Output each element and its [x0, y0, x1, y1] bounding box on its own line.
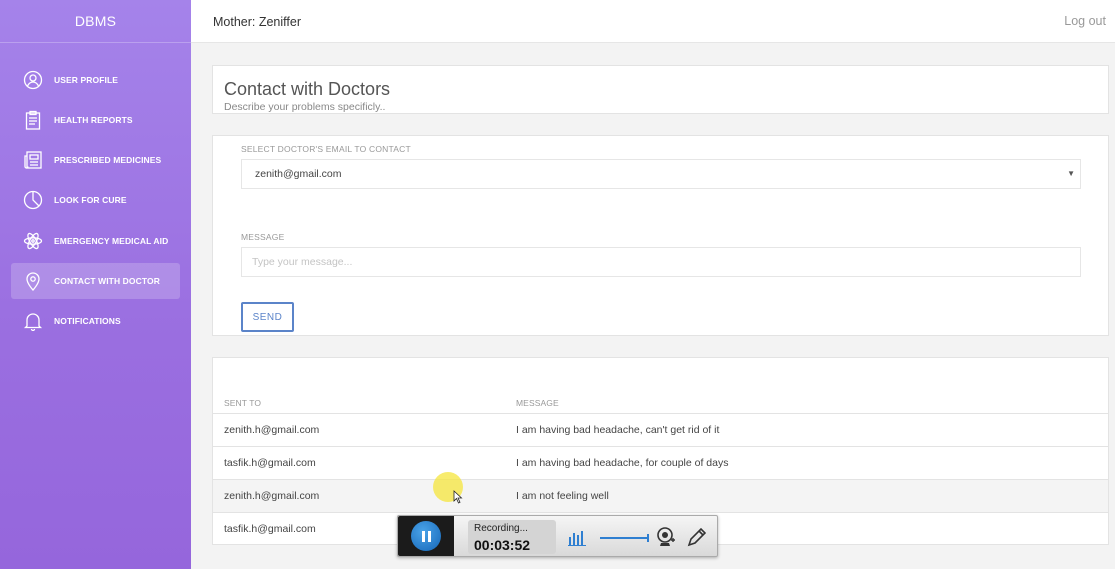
- message-label: MESSAGE: [241, 232, 285, 242]
- sidebar-item-label: HEALTH REPORTS: [54, 115, 133, 125]
- column-header-message: MESSAGE: [516, 398, 559, 408]
- clipboard-icon: [22, 109, 44, 131]
- contact-form-card: SELECT DOCTOR'S EMAIL TO CONTACT zenith@…: [212, 135, 1109, 336]
- sidebar-item-label: NOTIFICATIONS: [54, 316, 121, 326]
- sidebar: DBMS USER PROFILE HEALTH REPORTS PRESCRI…: [0, 0, 191, 569]
- brand-logo[interactable]: DBMS: [0, 0, 191, 43]
- top-bar: Mother: Zeniffer Log out: [191, 0, 1115, 43]
- sidebar-item-label: CONTACT WITH DOCTOR: [54, 276, 160, 286]
- sidebar-item-label: PRESCRIBED MEDICINES: [54, 155, 162, 165]
- doctor-email-select[interactable]: zenith@gmail.com ▼: [241, 159, 1081, 189]
- message-cell: I am having bad headache, can't get rid …: [516, 424, 720, 436]
- page-header-card: Contact with Doctors Describe your probl…: [212, 65, 1109, 114]
- page-title: Contact with Doctors: [224, 79, 391, 99]
- select-doctor-label: SELECT DOCTOR'S EMAIL TO CONTACT: [241, 144, 411, 154]
- mouse-cursor-icon: [453, 490, 463, 504]
- recording-timer: 00:03:52: [474, 537, 531, 553]
- pause-icon: [421, 530, 425, 542]
- table-row[interactable]: zenith.h@gmail.com I am having bad heada…: [213, 414, 1108, 447]
- table-header: SENT TO MESSAGE: [213, 394, 1108, 414]
- table-row[interactable]: zenith.h@gmail.com I am not feeling well: [213, 480, 1108, 513]
- logout-link[interactable]: Log out: [1064, 14, 1106, 28]
- recording-label: Recording...: [474, 523, 528, 534]
- dropdown-caret-icon: ▼: [1067, 169, 1075, 178]
- table-row[interactable]: tasfik.h@gmail.com I am having bad heada…: [213, 447, 1108, 480]
- atom-icon: [22, 230, 44, 252]
- message-cell: I am not feeling well: [516, 490, 609, 502]
- sidebar-item-health-reports[interactable]: HEALTH REPORTS: [11, 102, 180, 138]
- page-subtitle: Describe your problems specificly..: [224, 101, 386, 113]
- sent-to-cell: zenith.h@gmail.com: [224, 490, 320, 502]
- pen-icon[interactable]: [686, 526, 706, 548]
- sent-to-cell: tasfik.h@gmail.com: [224, 523, 316, 535]
- map-pin-icon: [22, 270, 44, 292]
- sidebar-item-contact-with-doctor[interactable]: CONTACT WITH DOCTOR: [11, 263, 180, 299]
- recorder-control-panel: [398, 516, 454, 556]
- send-button[interactable]: SEND: [241, 302, 294, 332]
- webcam-icon[interactable]: [656, 526, 676, 548]
- sidebar-item-label: EMERGENCY MEDICAL AID: [54, 236, 169, 246]
- message-cell: I am having bad headache, for couple of …: [516, 457, 729, 469]
- sidebar-item-prescribed-medicines[interactable]: PRESCRIBED MEDICINES: [11, 142, 180, 178]
- user-title: Mother: Zeniffer: [213, 15, 302, 29]
- sidebar-item-emergency-medical-aid[interactable]: EMERGENCY MEDICAL AID: [11, 223, 180, 259]
- sidebar-item-look-for-cure[interactable]: LOOK FOR CURE: [11, 182, 180, 218]
- sidebar-item-user-profile[interactable]: USER PROFILE: [11, 62, 180, 98]
- volume-slider[interactable]: [600, 534, 650, 542]
- user-icon: [22, 69, 44, 91]
- screen-recorder-toolbar: Recording... 00:03:52: [397, 515, 718, 557]
- message-input[interactable]: [241, 247, 1081, 277]
- audio-levels-icon[interactable]: [568, 528, 586, 546]
- selected-email: zenith@gmail.com: [255, 168, 342, 180]
- sidebar-item-label: LOOK FOR CURE: [54, 195, 127, 205]
- sent-to-cell: zenith.h@gmail.com: [224, 424, 320, 436]
- newspaper-icon: [22, 149, 44, 171]
- pause-button[interactable]: [411, 521, 441, 551]
- pie-chart-icon: [22, 189, 44, 211]
- sent-to-cell: tasfik.h@gmail.com: [224, 457, 316, 469]
- sidebar-item-label: USER PROFILE: [54, 75, 119, 85]
- column-header-sent-to: SENT TO: [224, 398, 262, 408]
- sidebar-item-notifications[interactable]: NOTIFICATIONS: [11, 303, 180, 339]
- bell-icon: [22, 310, 44, 332]
- recorder-status: Recording... 00:03:52: [468, 520, 556, 554]
